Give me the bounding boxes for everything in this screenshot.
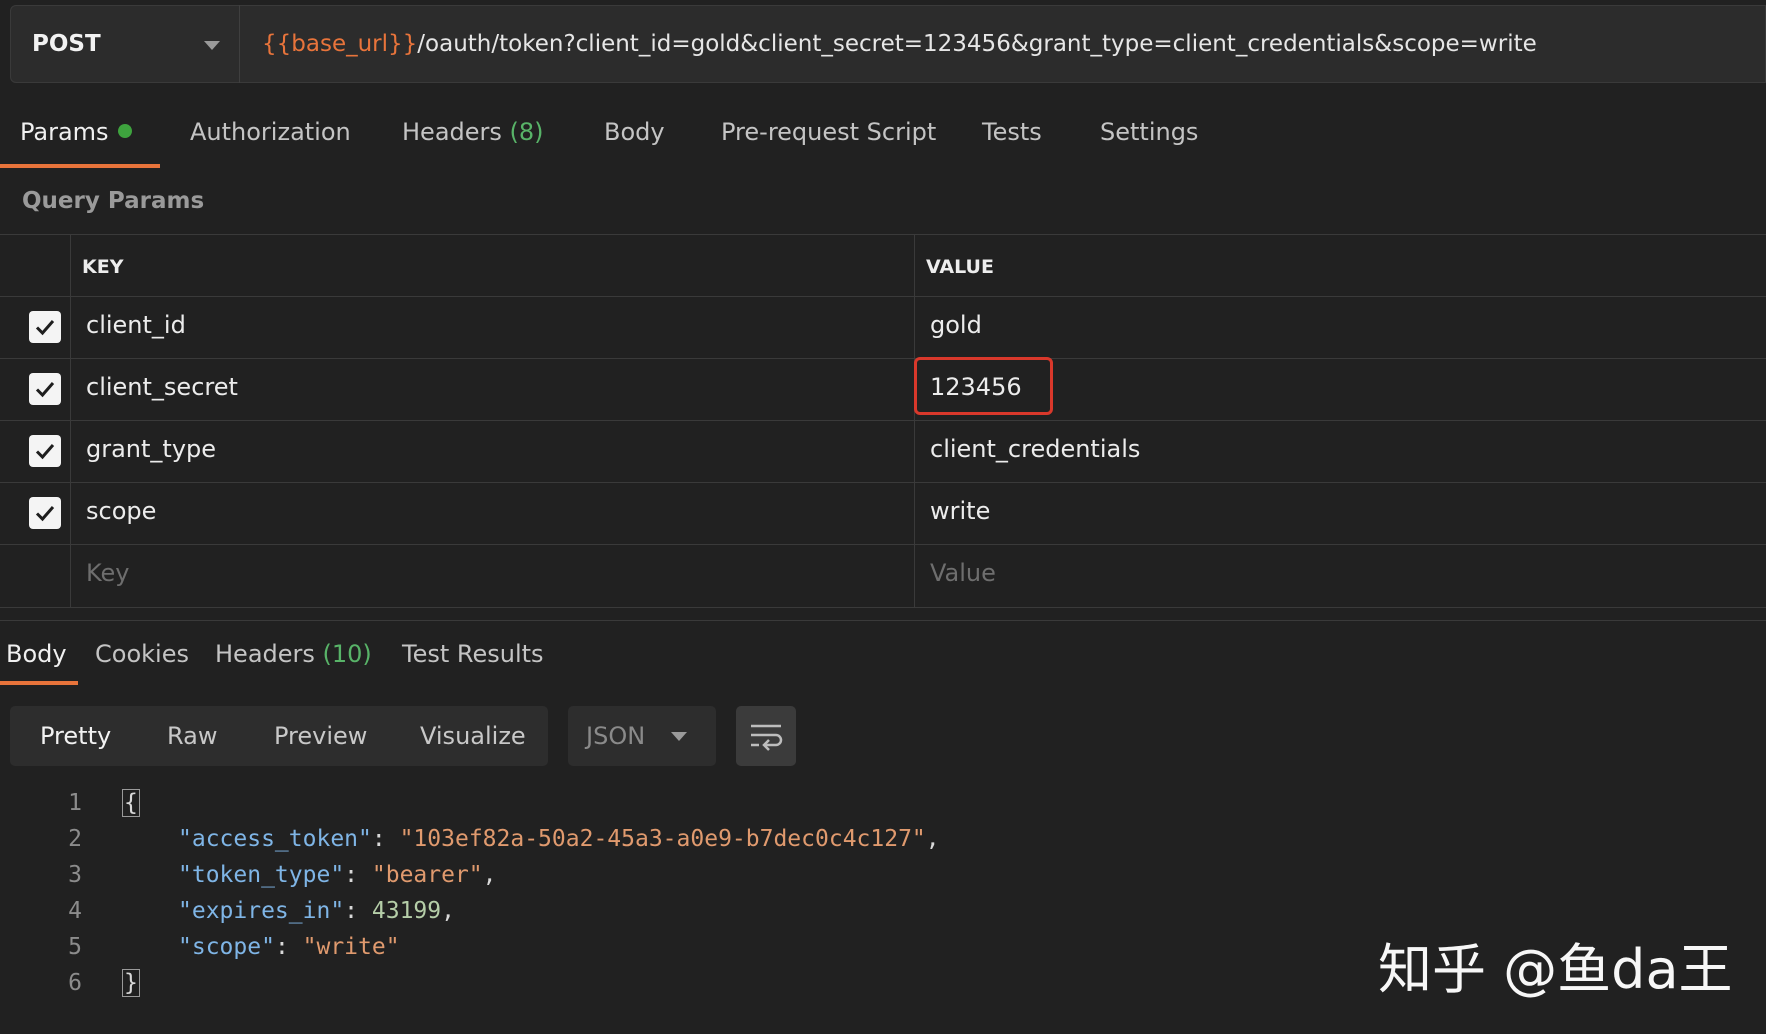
param-value[interactable]: write: [930, 497, 990, 525]
divider: [0, 358, 1766, 359]
checkmark-icon: [33, 315, 57, 339]
method-select[interactable]: POST: [10, 5, 240, 83]
param-key[interactable]: client_id: [86, 311, 186, 339]
json-value: "103ef82a-50a2-45a3-a0e9-b7dec0c4c127": [400, 826, 926, 852]
code-line: "scope": "write": [178, 934, 400, 960]
params-table: [0, 234, 1766, 608]
divider: [70, 234, 71, 608]
highlight-box: [914, 357, 1053, 415]
tab-tests[interactable]: Tests: [982, 118, 1042, 146]
checkmark-icon: [33, 439, 57, 463]
line-number: 5: [58, 934, 82, 960]
code-line: {: [122, 790, 140, 816]
url-input[interactable]: {{base_url}}/oauth/token?client_id=gold&…: [262, 5, 1537, 83]
param-value[interactable]: gold: [930, 311, 982, 339]
json-sep: ,: [926, 826, 940, 852]
active-tab-underline: [0, 681, 78, 685]
tab-cookies[interactable]: Cookies: [95, 640, 189, 668]
close-brace: }: [122, 969, 140, 997]
tab-params-label: Params: [20, 118, 109, 146]
status-dot-icon: [118, 124, 132, 138]
json-key: "token_type": [178, 862, 344, 888]
row-checkbox[interactable]: [29, 435, 61, 467]
code-line: }: [122, 970, 140, 996]
code-line: "expires_in": 43199,: [178, 898, 455, 924]
tab-settings[interactable]: Settings: [1100, 118, 1198, 146]
view-preview-button[interactable]: Preview: [274, 706, 367, 766]
divider: [0, 544, 1766, 545]
json-key: "scope": [178, 934, 275, 960]
tab-body[interactable]: Body: [604, 118, 665, 146]
method-label: POST: [32, 31, 101, 57]
divider: [0, 420, 1766, 421]
wrap-lines-icon: [749, 721, 783, 751]
query-params-title: Query Params: [22, 188, 204, 214]
row-checkbox[interactable]: [29, 373, 61, 405]
url-variable: {{base_url}}: [262, 31, 417, 57]
param-key[interactable]: scope: [86, 497, 156, 525]
json-sep: ,: [483, 862, 497, 888]
row-checkbox[interactable]: [29, 497, 61, 529]
url-path: /oauth/token?client_id=gold&client_secre…: [417, 31, 1536, 57]
watermark: 知乎 @鱼da王: [1378, 925, 1733, 1004]
divider: [0, 482, 1766, 483]
response-headers-count: (10): [323, 640, 372, 668]
line-number: 1: [58, 790, 82, 816]
line-number: 4: [58, 898, 82, 924]
line-number: 6: [58, 970, 82, 996]
wrap-lines-button[interactable]: [736, 706, 796, 766]
param-value[interactable]: client_credentials: [930, 435, 1140, 463]
view-visualize-button[interactable]: Visualize: [420, 706, 526, 766]
tab-response-headers-label: Headers: [215, 640, 315, 668]
headers-count: (8): [510, 118, 544, 146]
divider: [0, 296, 1766, 297]
json-key: "access_token": [178, 826, 372, 852]
new-key-input[interactable]: Key: [86, 559, 130, 587]
line-number: 3: [58, 862, 82, 888]
checkmark-icon: [33, 501, 57, 525]
code-line: "access_token": "103ef82a-50a2-45a3-a0e9…: [178, 826, 940, 852]
format-select[interactable]: JSON: [568, 706, 716, 766]
tab-response-headers[interactable]: Headers (10): [215, 640, 372, 668]
param-key[interactable]: grant_type: [86, 435, 216, 463]
open-brace: {: [122, 789, 140, 817]
json-value: "write": [303, 934, 400, 960]
tab-headers[interactable]: Headers (8): [402, 118, 544, 146]
chevron-down-icon: [204, 41, 220, 50]
json-key: "expires_in": [178, 898, 344, 924]
row-checkbox[interactable]: [29, 311, 61, 343]
view-pretty-button[interactable]: Pretty: [40, 706, 111, 766]
param-key[interactable]: client_secret: [86, 373, 238, 401]
line-number: 2: [58, 826, 82, 852]
tab-pre-request-script[interactable]: Pre-request Script: [721, 118, 936, 146]
new-value-input[interactable]: Value: [930, 559, 996, 587]
chevron-down-icon: [671, 732, 687, 741]
tab-params[interactable]: Params: [20, 118, 132, 146]
tab-headers-label: Headers: [402, 118, 502, 146]
json-sep: ,: [441, 898, 455, 924]
response-divider: [0, 620, 1766, 621]
active-tab-underline: [0, 164, 160, 168]
tab-test-results[interactable]: Test Results: [402, 640, 544, 668]
view-raw-button[interactable]: Raw: [167, 706, 217, 766]
tab-authorization[interactable]: Authorization: [190, 118, 351, 146]
json-value: 43199: [372, 898, 441, 924]
format-label: JSON: [586, 722, 645, 750]
value-column-header: VALUE: [926, 256, 994, 278]
json-value: "bearer": [372, 862, 483, 888]
key-column-header: KEY: [82, 256, 123, 278]
checkmark-icon: [33, 377, 57, 401]
divider: [914, 234, 915, 608]
code-line: "token_type": "bearer",: [178, 862, 497, 888]
tab-response-body[interactable]: Body: [6, 640, 67, 668]
